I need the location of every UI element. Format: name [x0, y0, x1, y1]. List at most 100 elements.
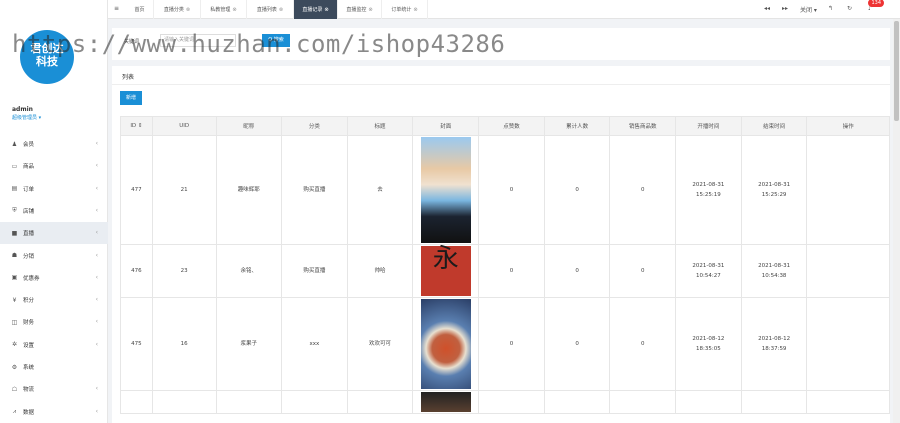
tab-label: 直播列表: [256, 7, 277, 13]
scroll-tabs-left-icon[interactable]: ◂◂: [764, 5, 770, 12]
sidebar-item-8[interactable]: ◫ 财务 ‹: [0, 311, 108, 333]
sidebar-item-icon: ■: [11, 229, 18, 237]
start-time: 15:25:19: [696, 192, 721, 198]
list-title: 列表: [122, 74, 135, 81]
close-tabs-dropdown[interactable]: 关闭 ▾: [800, 5, 817, 14]
start-date: 2021-08-31: [692, 182, 725, 188]
menu-toggle-icon[interactable]: ≡: [114, 5, 119, 12]
close-icon[interactable]: ⊗: [232, 7, 236, 13]
cell-nickname: 浆果子: [215, 297, 283, 391]
search-panel: 关键词 请输入关键词 Q 搜索: [112, 28, 890, 60]
page-scrollbar[interactable]: [893, 19, 900, 423]
sidebar-item-2[interactable]: ▤ 订单 ‹: [0, 178, 108, 200]
sidebar-item-4[interactable]: ■ 直播 ‹: [0, 222, 108, 245]
tab-label: 首页: [134, 7, 145, 13]
scroll-tabs-right-icon[interactable]: ▸▸: [782, 5, 788, 12]
end-date: 2021-08-12: [758, 336, 791, 342]
chevron-left-icon: ‹: [95, 229, 98, 237]
end-time: 18:37:59: [761, 346, 787, 352]
table-row: 477 21 趣味辉耶 购买直播去 0 0 0 2021-08-31 15:25:19 2021-…: [120, 135, 890, 245]
sidebar-item-5[interactable]: ☗ 分销 ‹: [0, 245, 108, 267]
cell-likes: 0: [478, 297, 545, 391]
refresh-icon[interactable]: ↻: [847, 5, 852, 12]
cell-category: xxx: [281, 297, 348, 391]
cell-end: 2021-08-31 15:25:29: [740, 135, 808, 245]
user-role-dropdown[interactable]: 超级管理员 ▾: [12, 114, 41, 121]
start-date: 2021-08-12: [692, 336, 725, 342]
chevron-left-icon: ‹: [95, 184, 98, 192]
cell-title: 帅哈: [346, 244, 414, 298]
sidebar-item-icon: ⛨: [12, 206, 17, 214]
sidebar-item-9[interactable]: ✲ 设置 ‹: [0, 334, 108, 356]
table-row: 476 23 余铭、 购买直播 帅哈永 0 0 0 2021-08-31 10:54:27 2021…: [120, 244, 890, 298]
cell-sales: 0: [609, 135, 677, 245]
chevron-left-icon: ‹: [95, 296, 98, 304]
tab-label: 私教管理: [210, 7, 231, 13]
column-header-0[interactable]: ID ⇕: [120, 116, 153, 136]
sidebar-item-6[interactable]: ▣ 优惠券 ‹: [0, 267, 108, 289]
table-header-row: ID ⇕ UID 昵称 分类 标题 封面 点赞数 累计人数 销售商品数 开播时间 结束时间 操作: [120, 116, 890, 136]
cell-cover: [412, 390, 480, 414]
column-header-1: UID: [151, 116, 217, 136]
tab-2[interactable]: 私教管理 ⊗: [201, 0, 247, 19]
cover-image[interactable]: [420, 299, 471, 389]
cover-image[interactable]: [420, 137, 471, 243]
back-icon[interactable]: ↰: [828, 5, 833, 12]
cell-sales: 0: [609, 297, 677, 391]
tab-1[interactable]: 直播分类 ⊗: [154, 0, 201, 19]
sidebar: 君创达 科技 admin 超级管理员 ▾ ♟ 会员 ‹ ▭ 商品 ‹ ▤ 订单 ‹ ⛨ 店铺 ‹ ■ 直播…: [0, 0, 108, 423]
close-icon[interactable]: ⊗: [186, 7, 190, 13]
notification-count-badge: 134: [868, 0, 884, 7]
scrollbar-thumb[interactable]: [894, 21, 899, 121]
close-icon[interactable]: ⊗: [413, 7, 417, 13]
tab-6[interactable]: 订单统计 ⊗: [382, 0, 428, 19]
close-icon[interactable]: ⊗: [279, 7, 283, 13]
cell-viewers: 0: [543, 297, 611, 391]
close-icon[interactable]: ⊗: [324, 7, 328, 13]
sidebar-item-12[interactable]: ⩘ 数据 ‹: [0, 401, 108, 423]
sidebar-item-icon: ☖: [11, 385, 18, 393]
table-body: 477 21 趣味辉耶 购买直播去 0 0 0 2021-08-31 15:25:19 2021-…: [120, 135, 890, 414]
sidebar-item-label: 物流: [23, 387, 35, 394]
sidebar-item-label: 会员: [23, 142, 35, 148]
sidebar-item-1[interactable]: ▭ 商品 ‹: [0, 155, 108, 177]
cell-sales: [609, 390, 677, 414]
column-header-10: 结束时间: [740, 116, 808, 136]
cover-image[interactable]: 永: [420, 246, 471, 296]
app-window: 君创达 科技 admin 超级管理员 ▾ ♟ 会员 ‹ ▭ 商品 ‹ ▤ 订单 ‹ ⛨ 店铺 ‹ ■ 直播…: [0, 0, 900, 423]
tab-4[interactable]: 直播记录 ⊗: [294, 0, 338, 19]
add-button[interactable]: 新增: [120, 91, 142, 105]
cell-category: 购买直播: [281, 244, 348, 298]
sidebar-item-11[interactable]: ☖ 物流 ‹: [0, 378, 108, 400]
keyword-search-input[interactable]: 请输入关键词: [160, 34, 236, 47]
sidebar-item-icon: ▭: [11, 162, 18, 170]
chevron-left-icon: ‹: [95, 385, 98, 393]
cell-nickname: 余铭、: [215, 244, 283, 298]
sidebar-item-icon: ▤: [11, 185, 18, 193]
sidebar-item-3[interactable]: ⛨ 店铺 ‹: [0, 200, 108, 222]
sidebar-item-10[interactable]: ⚙ 系统: [0, 356, 108, 378]
search-button[interactable]: Q 搜索: [262, 34, 290, 47]
sidebar-item-label: 订单: [23, 186, 35, 193]
tab-5[interactable]: 直播监控 ⊗: [338, 0, 382, 19]
tab-3[interactable]: 直播列表 ⊗: [247, 0, 294, 19]
sidebar-item-0[interactable]: ♟ 会员 ‹: [0, 133, 108, 155]
tab-0[interactable]: 首页: [128, 0, 154, 19]
cell-end: 2021-08-31 10:54:38: [740, 244, 808, 298]
tab-label: 订单统计: [391, 7, 412, 13]
start-time: 18:35:05: [696, 346, 721, 352]
sidebar-item-7[interactable]: ¥ 积分 ‹: [0, 289, 108, 311]
close-icon[interactable]: ⊗: [368, 7, 372, 13]
end-date: 2021-08-31: [758, 263, 791, 269]
column-header-9: 开播时间: [675, 116, 742, 136]
chevron-left-icon: ‹: [95, 140, 98, 147]
cover-image[interactable]: [420, 392, 471, 412]
start-date: 2021-08-31: [692, 263, 725, 269]
sidebar-item-label: 财务: [23, 320, 35, 327]
sidebar-item-icon: ¥: [12, 296, 17, 304]
live-records-table: ID ⇕ UID 昵称 分类 标题 封面 点赞数 累计人数 销售商品数 开播时间 结束时间 操作 47…: [120, 116, 890, 414]
sidebar-item-icon: ✲: [11, 341, 18, 349]
sidebar-item-icon: ♟: [11, 140, 18, 148]
sidebar-item-icon: ☗: [11, 252, 18, 259]
sidebar-item-label: 直播: [23, 231, 35, 238]
